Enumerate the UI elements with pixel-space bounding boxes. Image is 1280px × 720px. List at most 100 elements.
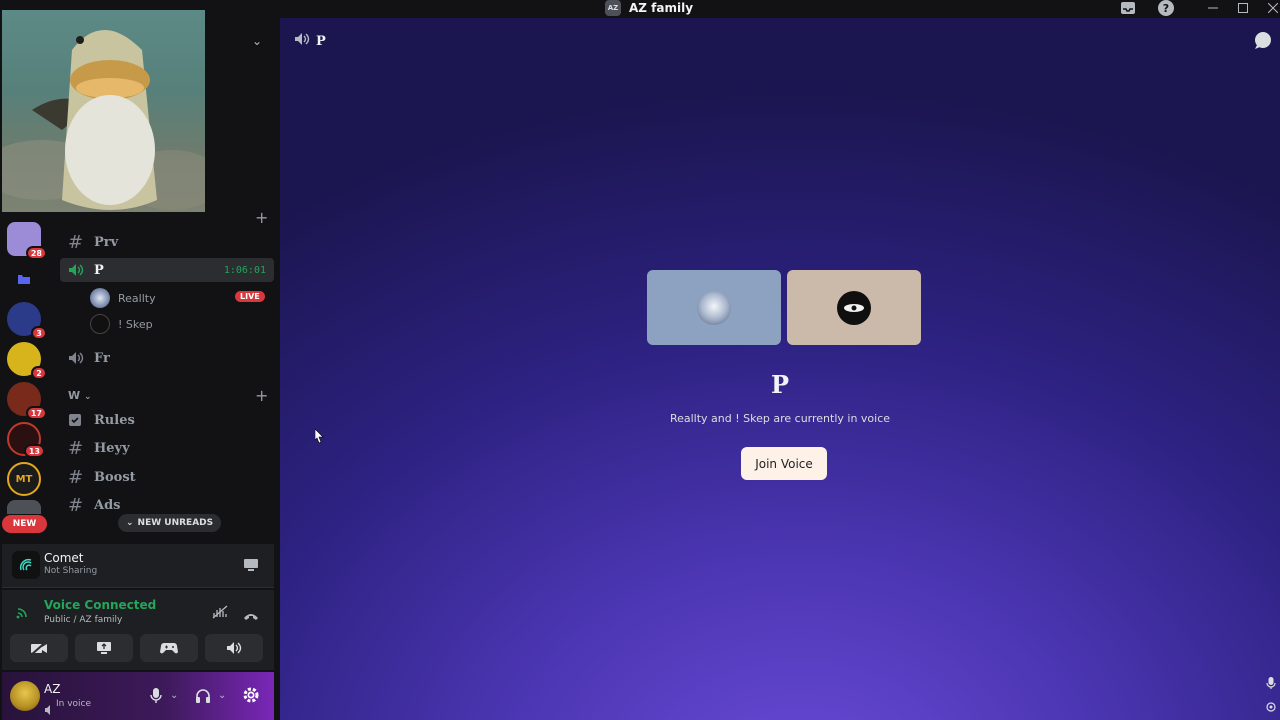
chevron-down-icon[interactable]: ⌄ [218,690,226,701]
speaker-icon [294,32,310,50]
stream-panel: Comet Not Sharing [2,544,274,588]
channel-header-name: P [316,33,326,49]
voice-panel: Voice Connected Public / AZ family [2,590,274,670]
microphone-icon[interactable] [1266,674,1276,693]
hash-icon: # [68,437,84,459]
avatar[interactable] [10,681,40,711]
minimize-icon[interactable] [1206,0,1220,16]
voice-user-name: Reallty [118,291,156,305]
guild-item[interactable]: 13 [7,422,45,458]
channel-fr[interactable]: Fr [60,346,274,370]
channel-p[interactable]: P 1:06:01 [60,258,274,282]
channel-prv[interactable]: # Prv [60,230,274,254]
category-label: W [68,389,81,402]
guild-item[interactable]: MT [7,462,41,496]
stream-status: Not Sharing [44,566,98,576]
headphones-icon[interactable] [195,688,211,708]
guild-badge: 28 [25,246,47,260]
avatar [90,314,110,334]
server-icon: AZ [605,0,621,16]
channel-label: Heyy [94,440,130,456]
add-channel-icon[interactable]: + [255,208,268,227]
join-voice-button[interactable]: Join Voice [741,447,827,480]
channel-header: P [294,32,326,50]
hash-icon: # [68,231,84,253]
channel-label: Ads [94,497,121,513]
chat-icon[interactable] [1254,32,1272,54]
camera-off-icon [30,641,48,655]
corner-controls [1266,674,1276,716]
add-channel-icon[interactable]: + [255,386,268,405]
guild-item[interactable]: 17 [7,382,47,420]
participant-tile[interactable] [647,270,781,345]
guild-item[interactable]: 28 [7,222,47,260]
soundboard-icon [227,642,242,654]
new-unreads-button[interactable]: ⌄ NEW UNREADS [118,514,222,532]
gear-icon[interactable] [242,686,260,708]
user-status: In voice [56,699,92,709]
microphone-icon[interactable] [150,688,162,708]
channel-title: P [770,370,790,399]
guild-item[interactable] [7,500,41,514]
soundboard-button[interactable] [205,634,263,662]
voice-user-name: ! Skep [118,317,153,331]
guild-badge: 2 [31,366,47,380]
voice-user[interactable]: ! Skep [90,314,153,334]
speaker-icon [68,351,88,365]
activities-button[interactable] [140,634,198,662]
video-popout[interactable] [2,10,205,212]
voice-description: Reallty and ! Skep are currently in voic… [669,412,891,425]
chevron-down-icon[interactable]: ⌄ [252,34,262,48]
channel-label: Fr [94,350,110,366]
avatar [837,290,871,325]
maximize-icon[interactable] [1236,0,1250,16]
channel-label: P [94,262,104,278]
target-icon[interactable] [1266,697,1276,716]
live-badge: LIVE [235,291,265,302]
mouse-cursor-icon [314,428,325,447]
inbox-icon[interactable] [1120,0,1136,16]
guild-badge: 17 [25,406,47,420]
channel-rules[interactable]: Rules [60,408,274,432]
user-name[interactable]: AZ [44,682,60,696]
new-unreads-label: NEW UNREADS [137,518,214,528]
folder-icon[interactable] [7,262,41,296]
hash-icon: # [68,466,84,488]
user-panel: AZ In voice ⌄ ⌄ [2,672,274,720]
channel-label: Boost [94,469,136,485]
speaker-icon [68,263,88,277]
voice-timer: 1:06:01 [223,264,266,276]
gamepad-icon [160,643,178,654]
disconnect-icon[interactable] [243,606,259,625]
camera-off-button[interactable] [10,634,68,662]
voice-connected-title[interactable]: Voice Connected [44,598,156,612]
hash-icon: # [68,494,84,516]
signal-icon [16,604,30,623]
avatar [90,288,110,308]
help-icon[interactable]: ? [1158,0,1174,16]
guild-badge: 3 [31,326,47,340]
category-w[interactable]: W ⌄ [68,389,92,402]
new-unread-pill[interactable]: NEW [2,515,47,533]
channel-heyy[interactable]: # Heyy [60,436,274,460]
screen-share-button[interactable] [75,634,133,662]
close-icon[interactable] [1266,0,1280,16]
channel-boost[interactable]: # Boost [60,465,274,489]
voice-connected-subtitle[interactable]: Public / AZ family [44,615,122,625]
voice-user[interactable]: Reallty [90,288,156,308]
window-title: AZ AZ family [605,0,693,16]
chevron-down-icon: ⌄ [126,518,134,528]
voice-channel-view: P P Reallty and ! Skep are currently in … [280,18,1280,720]
chevron-down-icon[interactable]: ⌄ [170,690,178,701]
comet-icon [12,551,40,579]
participant-tile[interactable] [787,270,921,345]
screen-share-icon [97,642,111,654]
guild-item[interactable]: 2 [7,342,47,380]
chevron-down-icon: ⌄ [83,392,92,402]
share-screen-icon[interactable] [243,557,259,576]
channel-label: Prv [94,234,119,250]
channel-label: Rules [94,412,135,428]
guild-item[interactable]: 3 [7,302,47,340]
noise-suppression-icon[interactable] [212,604,228,623]
speaker-icon [44,700,54,719]
